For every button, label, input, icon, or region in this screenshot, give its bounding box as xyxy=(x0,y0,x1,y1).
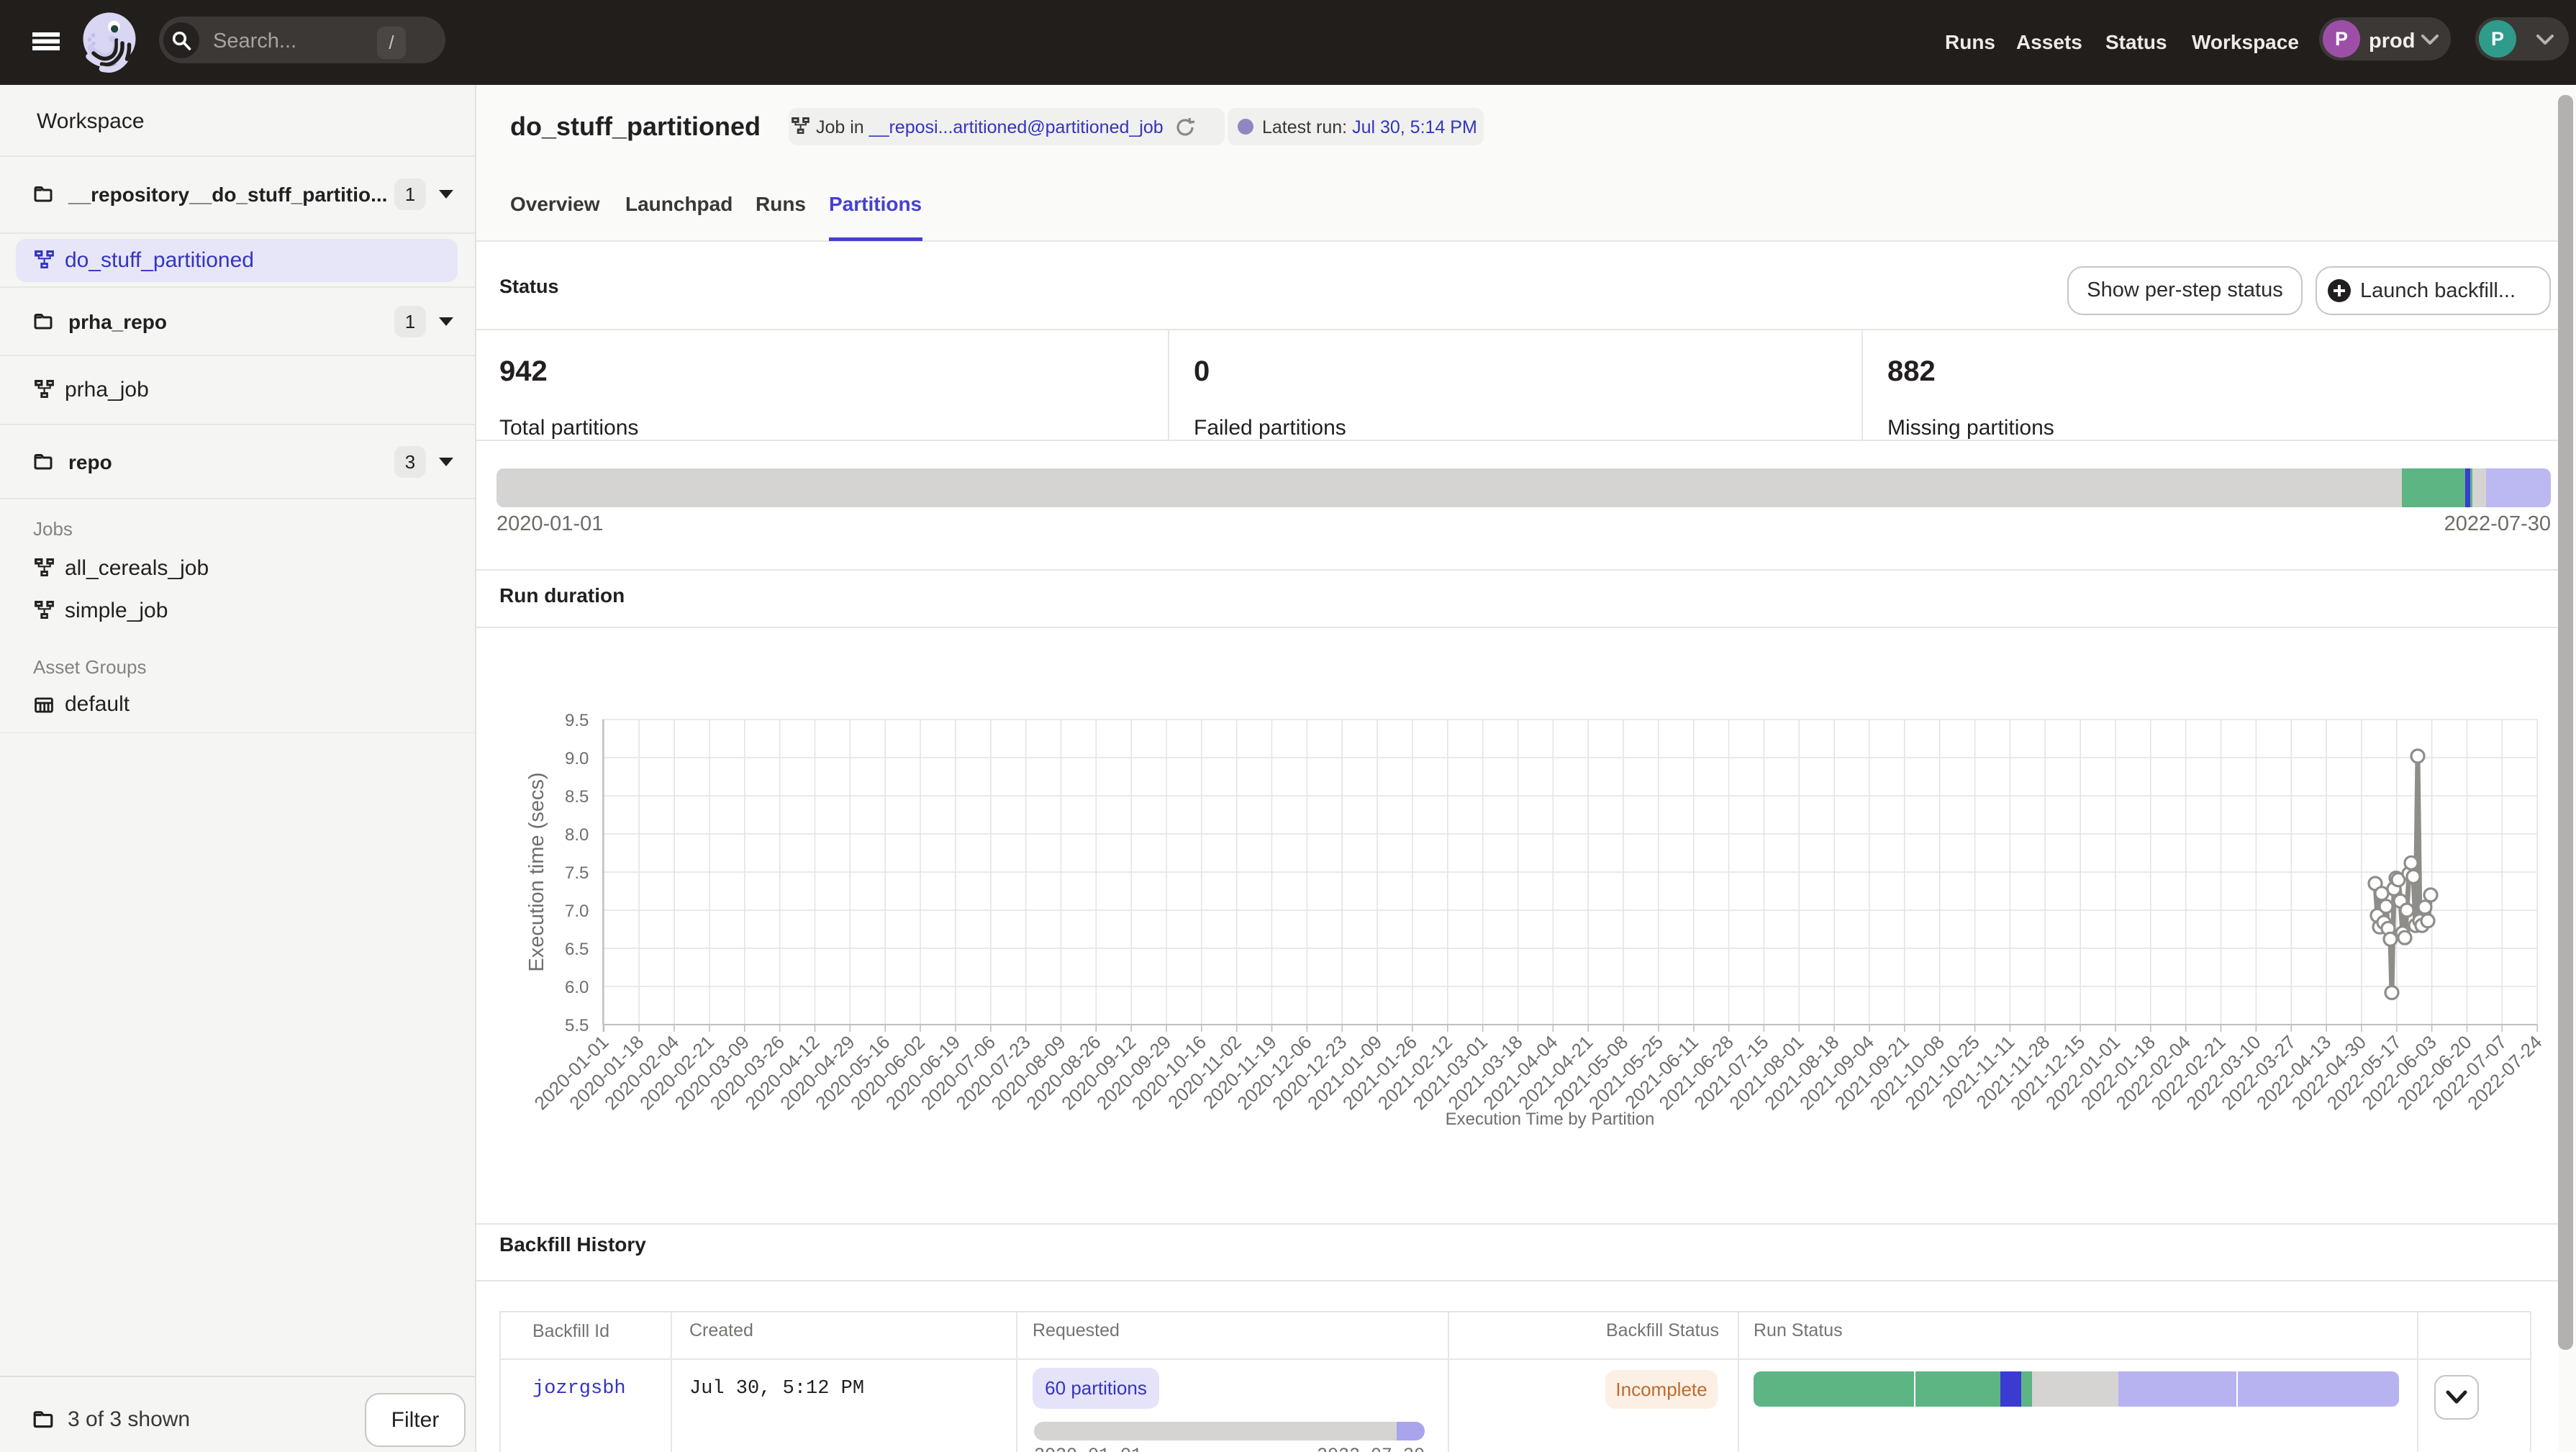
svg-text:6.5: 6.5 xyxy=(565,940,589,959)
svg-text:7.0: 7.0 xyxy=(565,902,589,921)
svg-text:Execution Time by Partition: Execution Time by Partition xyxy=(1446,1110,1655,1129)
svg-text:9.5: 9.5 xyxy=(565,711,589,730)
svg-text:Execution time (secs): Execution time (secs) xyxy=(525,772,548,971)
svg-text:6.0: 6.0 xyxy=(565,978,589,997)
svg-text:7.5: 7.5 xyxy=(565,863,589,883)
svg-text:5.5: 5.5 xyxy=(565,1016,589,1035)
svg-text:8.0: 8.0 xyxy=(565,825,589,845)
svg-text:8.5: 8.5 xyxy=(565,787,589,807)
svg-text:9.0: 9.0 xyxy=(565,749,589,768)
